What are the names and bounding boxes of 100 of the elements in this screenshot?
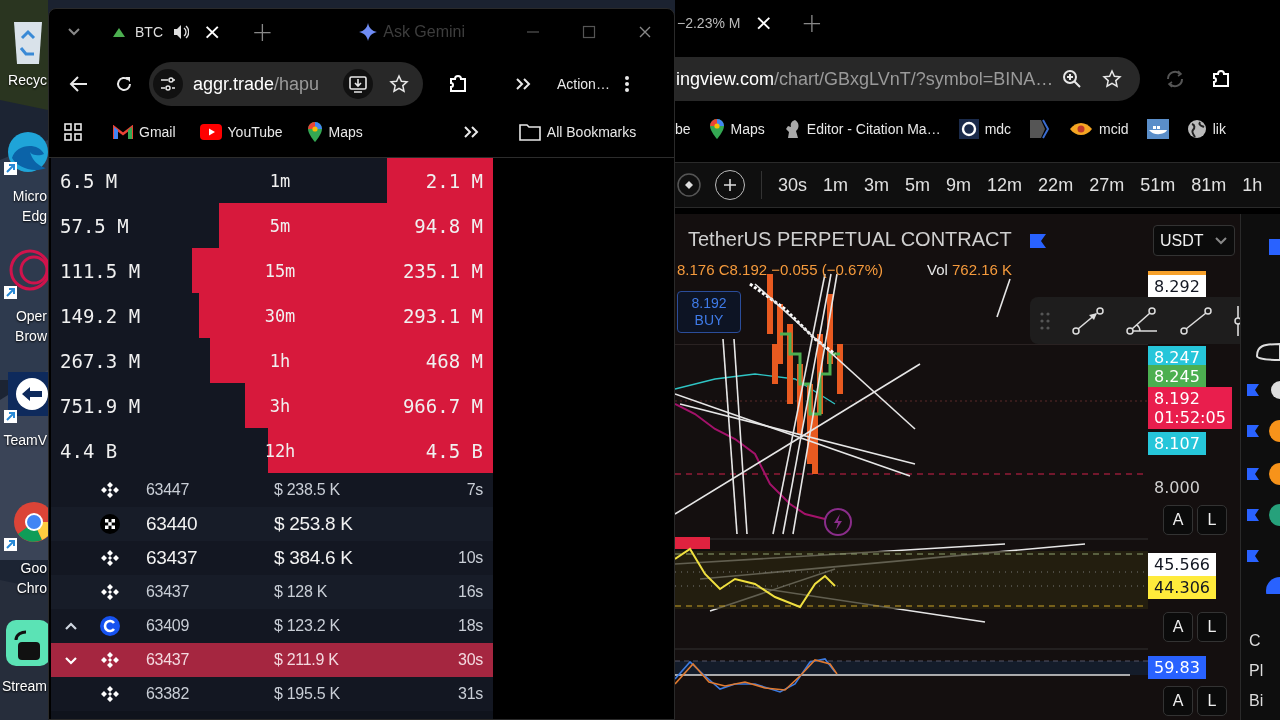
trend-line[interactable]: [675, 363, 921, 515]
scale-button[interactable]: A: [1163, 686, 1193, 716]
scale-button[interactable]: A: [1163, 505, 1193, 535]
trend-line[interactable]: [679, 403, 916, 465]
trade-price: 63440: [145, 513, 199, 535]
timeframe-label: 1h: [268, 350, 292, 371]
timeframe-label: 30m: [263, 305, 297, 326]
scale-button[interactable]: L: [1197, 686, 1227, 716]
sync-icon[interactable]: [1164, 68, 1186, 90]
tab-close-button[interactable]: ×: [199, 21, 226, 43]
timeframe-button[interactable]: 12m: [979, 174, 1031, 196]
diamond-icon: [101, 583, 119, 601]
grip-icon[interactable]: [1040, 311, 1050, 330]
maximize-icon[interactable]: [582, 25, 596, 39]
reload-icon[interactable]: [115, 75, 133, 93]
address-bar[interactable]: ingview.com/chart/GBxgLVnT/?symbol=BINA…: [675, 57, 1140, 101]
bookmark-item[interactable]: Maps: [306, 121, 363, 143]
vertical-line-icon[interactable]: [1234, 305, 1242, 336]
bookmark-item[interactable]: lik: [1186, 119, 1226, 139]
timeframe-button[interactable]: 81m: [1183, 174, 1235, 196]
timeframe-button[interactable]: 51m: [1132, 174, 1184, 196]
angle-icon[interactable]: [1126, 306, 1158, 335]
price-label: 8.292: [1148, 271, 1206, 298]
extensions-icon[interactable]: [1210, 68, 1232, 90]
trend-line[interactable]: [675, 393, 911, 477]
bookmark-item[interactable]: Gmail: [113, 124, 176, 140]
desktop-icon-label: Oper Brow: [14, 307, 47, 346]
timeframe-button[interactable]: 1h: [1234, 174, 1271, 196]
dropdown-icon: [1214, 235, 1228, 246]
zoom-icon[interactable]: [1062, 69, 1082, 89]
overflow-icon[interactable]: [515, 77, 533, 91]
overflow-icon[interactable]: [462, 125, 481, 139]
trend-line[interactable]: [722, 338, 738, 535]
scale-button[interactable]: A: [1163, 612, 1193, 642]
timeframe-button[interactable]: 22m: [1030, 174, 1082, 196]
line-icon[interactable]: [1180, 306, 1212, 335]
alert-icon[interactable]: [677, 173, 701, 197]
desktop-icon-label: Stream: [0, 677, 47, 696]
sell-volume: 2.1 M: [425, 169, 484, 192]
bookmark-item[interactable]: mdc: [958, 119, 1012, 139]
dropdown-icon[interactable]: [67, 27, 81, 37]
coin-c-icon: [100, 616, 120, 636]
timeframe-button[interactable]: 9m: [938, 174, 980, 196]
timeframe-button[interactable]: 27m: [1081, 174, 1133, 196]
timeframe-label: 1m: [268, 170, 292, 191]
indicator-tag: [675, 537, 710, 549]
extensions-icon[interactable]: [447, 73, 469, 95]
order-button[interactable]: 8.192 BUY: [677, 291, 741, 333]
apps-grid-icon[interactable]: [64, 123, 82, 141]
back-icon[interactable]: [69, 75, 89, 93]
bookmark-item[interactable]: YouTube: [199, 124, 283, 140]
actions-button[interactable]: Action…: [557, 76, 610, 92]
timeframe-button[interactable]: 1m: [815, 174, 857, 196]
trend-line[interactable]: [733, 338, 748, 535]
caret-down-icon[interactable]: [64, 655, 78, 665]
tab-close-button[interactable]: ×: [750, 12, 777, 34]
watchlist-text: Bi: [1249, 692, 1264, 710]
candle: [827, 294, 833, 364]
timeframe-button[interactable]: 3m: [856, 174, 898, 196]
close-icon[interactable]: [638, 25, 652, 39]
ring-icon: [4, 248, 48, 300]
scale-button[interactable]: L: [1197, 505, 1227, 535]
new-tab-button[interactable]: +: [245, 17, 280, 47]
bookmark-star-icon[interactable]: [389, 74, 409, 94]
bookmark-star-icon[interactable]: [1102, 69, 1122, 89]
all-bookmarks-button[interactable]: All Bookmarks: [518, 123, 637, 141]
lightning-icon[interactable]: [823, 507, 853, 537]
scale-button[interactable]: L: [1197, 612, 1227, 642]
whale-icon: [1146, 119, 1169, 139]
diamond-icon: [101, 549, 119, 567]
eye-icon: [1069, 121, 1094, 137]
menu-icon[interactable]: [623, 75, 630, 93]
trade-amount: $ 384.6 K: [274, 547, 354, 569]
browser-tab[interactable]: BTC: [103, 14, 199, 50]
caret-up-icon[interactable]: [64, 621, 78, 631]
trade-price: 63437: [145, 651, 190, 669]
bookmark-item[interactable]: Maps: [708, 118, 765, 140]
timeframe-button[interactable]: 30s: [770, 174, 816, 196]
buy-volume: 6.5 M: [59, 169, 119, 192]
install-icon[interactable]: [343, 69, 373, 99]
new-tab-button[interactable]: +: [794, 8, 829, 38]
timeframe-label: 15m: [263, 260, 297, 281]
address-bar[interactable]: aggr.trade/hapu: [149, 62, 423, 106]
trade-price: 63437: [145, 583, 190, 601]
timeframe-button[interactable]: 5m: [897, 174, 939, 196]
sparkle-icon: [359, 23, 378, 41]
bookmark-item[interactable]: Editor - Citation Ma…: [782, 118, 941, 140]
browser-tab[interactable]: −2.23% M: [675, 5, 751, 41]
trend-arrow-icon[interactable]: [1072, 306, 1104, 335]
trend-line[interactable]: [996, 278, 1011, 318]
price-label: 8.192 01:52:05: [1148, 387, 1232, 429]
bookmark-item[interactable]: [1146, 119, 1169, 139]
flag-icon[interactable]: [1029, 233, 1047, 249]
bookmark-item[interactable]: mcid: [1069, 121, 1129, 137]
sell-volume: 293.1 M: [402, 304, 484, 327]
trend-line[interactable]: [754, 283, 916, 430]
diamond-icon: [101, 685, 119, 703]
site-settings-icon[interactable]: [153, 69, 183, 99]
bookmark-item[interactable]: be: [675, 121, 691, 137]
currency-dropdown[interactable]: USDT: [1153, 225, 1235, 256]
